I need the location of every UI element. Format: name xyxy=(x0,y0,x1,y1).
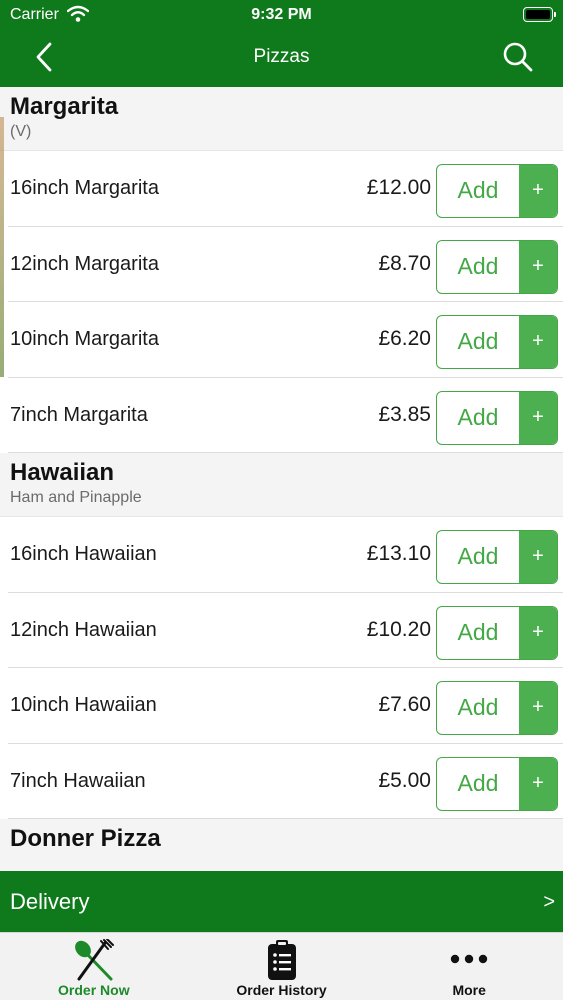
menu-item-row: 12inch Hawaiian £10.20 Add + xyxy=(8,592,563,668)
item-name: 7inch Hawaiian xyxy=(10,769,146,792)
add-button[interactable]: Add + xyxy=(436,164,558,218)
add-label: Add xyxy=(457,543,499,569)
tab-label: More xyxy=(452,982,486,998)
menu-item-row: 7inch Hawaiian £5.00 Add + xyxy=(8,743,563,819)
tab-bar: Order Now Order History More xyxy=(0,932,563,1000)
page-title: Pizzas xyxy=(253,46,310,67)
item-price: £13.10 xyxy=(366,542,431,565)
item-name: 7inch Margarita xyxy=(10,403,148,426)
menu-item-row: 10inch Hawaiian £7.60 Add + xyxy=(8,668,563,744)
item-price: £12.00 xyxy=(366,176,431,199)
item-price: £10.20 xyxy=(366,617,431,641)
item-price: £3.85 xyxy=(378,402,431,426)
tab-order-now[interactable]: Order Now xyxy=(0,933,188,1000)
menu-item-row: 7inch Margarita £3.85 Add + xyxy=(8,377,563,453)
item-name: 16inch Margarita xyxy=(10,177,159,199)
item-price: £7.60 xyxy=(378,693,431,716)
menu-item-row: 12inch Margarita £8.70 Add + xyxy=(8,226,563,302)
plus-icon: + xyxy=(519,757,557,810)
item-name: 16inch Hawaiian xyxy=(10,543,157,565)
tab-label: Order Now xyxy=(58,982,130,998)
clipboard-list-icon xyxy=(267,940,296,980)
battery-icon xyxy=(523,7,556,22)
plus-icon: + xyxy=(519,316,557,368)
add-label: Add xyxy=(457,769,499,796)
add-button[interactable]: Add + xyxy=(436,530,558,584)
item-price: £8.70 xyxy=(378,251,431,275)
item-price: £5.00 xyxy=(378,768,431,792)
item-name: 10inch Hawaiian xyxy=(10,694,157,716)
plus-icon: + xyxy=(519,391,557,444)
delivery-bar[interactable]: Delivery > xyxy=(0,871,563,932)
item-name: 10inch Margarita xyxy=(10,328,159,350)
plus-icon: + xyxy=(519,682,557,734)
side-image-strip xyxy=(0,117,4,377)
clock: 9:32 PM xyxy=(251,6,312,23)
chevron-right-icon: > xyxy=(543,891,555,913)
item-name: 12inch Hawaiian xyxy=(10,618,157,641)
add-label: Add xyxy=(457,252,499,279)
plus-icon: + xyxy=(519,165,557,217)
section-subtitle: (V) xyxy=(10,123,32,140)
add-label: Add xyxy=(457,618,499,645)
search-icon[interactable] xyxy=(501,40,535,74)
section-title: Donner Pizza xyxy=(10,825,161,852)
tab-order-history[interactable]: Order History xyxy=(188,933,376,1000)
fork-knife-icon xyxy=(74,939,114,981)
add-label: Add xyxy=(457,694,499,720)
nav-bar: Pizzas xyxy=(0,30,563,87)
add-button[interactable]: Add + xyxy=(436,315,558,369)
add-button[interactable]: Add + xyxy=(436,390,558,445)
tab-label: Order History xyxy=(236,982,327,998)
add-button[interactable]: Add + xyxy=(436,605,558,660)
section-header: Margarita (V) xyxy=(0,87,563,151)
section-subtitle: Ham and Pinapple xyxy=(10,489,142,506)
add-button[interactable]: Add + xyxy=(436,756,558,811)
item-name: 12inch Margarita xyxy=(10,252,159,275)
menu-item-row: 16inch Margarita £12.00 Add + xyxy=(8,151,563,227)
plus-icon: + xyxy=(519,531,557,583)
section-title: Hawaiian xyxy=(10,459,115,486)
more-dots-icon xyxy=(450,954,488,964)
plus-icon: + xyxy=(519,240,557,293)
menu-item-row: 16inch Hawaiian £13.10 Add + xyxy=(8,517,563,593)
add-button[interactable]: Add + xyxy=(436,239,558,294)
add-label: Add xyxy=(457,403,499,430)
section-header: Hawaiian Ham and Pinapple xyxy=(0,453,563,517)
section-header: Donner Pizza xyxy=(0,819,563,871)
status-bar: Carrier 9:32 PM xyxy=(0,0,563,30)
header: Carrier 9:32 PM Pizzas xyxy=(0,0,563,87)
add-button[interactable]: Add + xyxy=(436,681,558,735)
menu-item-row: 10inch Margarita £6.20 Add + xyxy=(8,302,563,378)
section-title: Margarita xyxy=(10,93,119,120)
add-label: Add xyxy=(457,328,499,354)
add-label: Add xyxy=(457,177,499,203)
delivery-label: Delivery xyxy=(10,889,90,914)
menu-list[interactable]: Margarita (V) 16inch Margarita £12.00 Ad… xyxy=(0,87,563,871)
tab-more[interactable]: More xyxy=(375,933,563,1000)
item-price: £6.20 xyxy=(378,327,431,350)
plus-icon: + xyxy=(519,606,557,659)
